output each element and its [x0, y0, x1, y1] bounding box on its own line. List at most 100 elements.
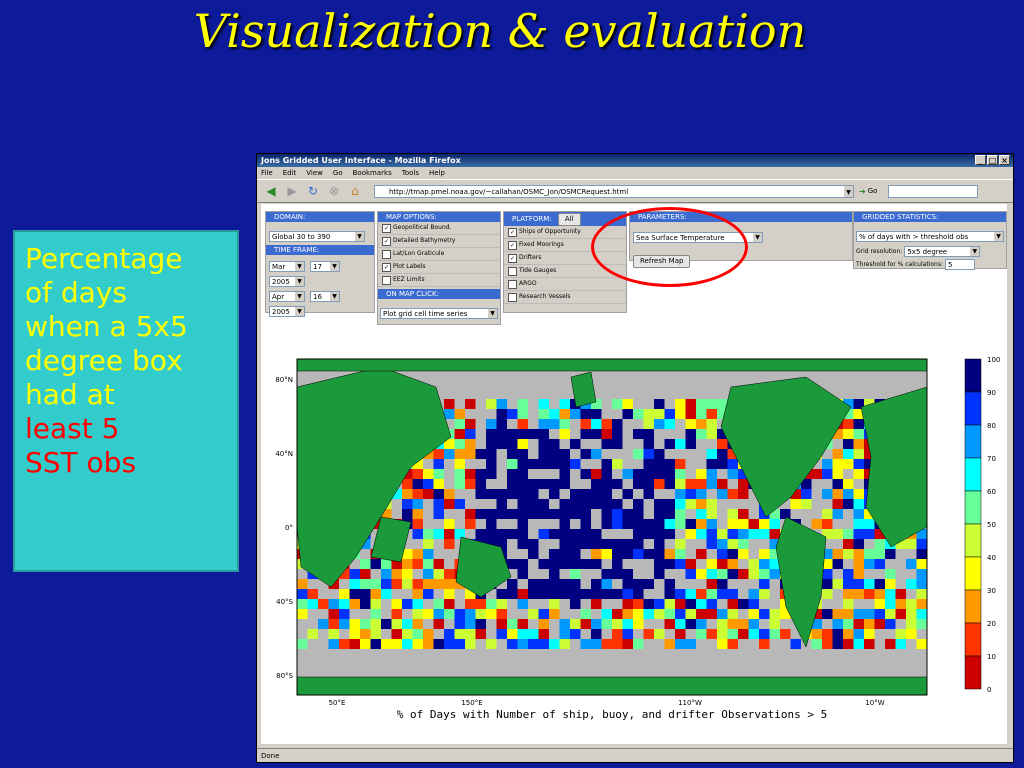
menu-item-go[interactable]: Go [333, 167, 343, 179]
grid-cell [528, 429, 539, 439]
minimize-icon[interactable]: _ [975, 155, 986, 165]
grid-cell [685, 409, 696, 419]
callout-line: had at [25, 378, 115, 411]
checkbox[interactable]: ✓ [382, 262, 391, 272]
grid-cell [853, 529, 864, 539]
platform-all-button[interactable]: All [557, 213, 581, 226]
grid-cell [706, 559, 717, 569]
checkbox[interactable] [508, 292, 517, 302]
grid-resolution-select[interactable]: 5x5 degree ▼ [904, 246, 981, 257]
latitude-label: 0° [285, 524, 293, 532]
checkbox[interactable]: ✓ [508, 227, 517, 237]
checkbox[interactable]: ✓ [508, 253, 517, 263]
grid-cell [706, 519, 717, 529]
grid-cell [633, 499, 644, 509]
platform-label: Research Vessels [519, 293, 571, 300]
checkbox[interactable]: ✓ [508, 240, 517, 250]
threshold-input[interactable]: 5 [944, 259, 975, 270]
from-day-select[interactable]: 17 ▼ [310, 261, 341, 272]
menu-item-file[interactable]: File [261, 167, 273, 179]
chevron-down-icon: ▼ [330, 292, 340, 301]
map-option-option[interactable]: ✓ Geopolitical Bound. [378, 222, 500, 235]
to-year-select[interactable]: 2005 ▼ [269, 306, 305, 317]
grid-cell [423, 549, 434, 559]
grid-cell [916, 539, 927, 549]
grid-cell [822, 489, 833, 499]
grid-cell [895, 629, 906, 639]
menu-item-view[interactable]: View [306, 167, 323, 179]
menu-item-edit[interactable]: Edit [283, 167, 297, 179]
menu-item-help[interactable]: Help [429, 167, 445, 179]
grid-cell [696, 429, 707, 439]
map-option-option[interactable]: Lat/Lon Graticule [378, 248, 500, 261]
grid-cell [538, 609, 549, 619]
forward-icon[interactable]: ▶ [284, 184, 300, 198]
grid-cell [916, 599, 927, 609]
from-month-select[interactable]: Mar ▼ [269, 261, 305, 272]
map-option-option[interactable]: ✓ Detailed Bathymetry [378, 235, 500, 248]
grid-cell [402, 489, 413, 499]
back-icon[interactable]: ◀ [263, 184, 279, 198]
search-field[interactable] [888, 184, 979, 198]
grid-cell [517, 459, 528, 469]
platform-option[interactable]: Research Vessels [504, 291, 626, 304]
grid-cell [423, 469, 434, 479]
url-dropdown-icon[interactable]: ▼ [844, 185, 853, 197]
grid-cell [643, 489, 654, 499]
menu-item-bookmarks[interactable]: Bookmarks [353, 167, 392, 179]
grid-cell [864, 579, 875, 589]
grid-cell [843, 459, 854, 469]
grid-cell [654, 549, 665, 559]
grid-cell [759, 589, 770, 599]
menu-item-tools[interactable]: Tools [402, 167, 419, 179]
grid-cell [507, 619, 518, 629]
grid-cell [549, 529, 560, 539]
grid-cell [444, 629, 455, 639]
grid-cell [717, 479, 728, 489]
grid-cell [370, 559, 381, 569]
grid-cell [696, 419, 707, 429]
grid-resolution-label: Grid resolution: [856, 248, 903, 255]
reload-icon[interactable]: ↻ [305, 184, 321, 198]
grid-cell [853, 539, 864, 549]
map-option-option[interactable]: ✓ Plot Labels [378, 261, 500, 274]
grid-cell [570, 499, 581, 509]
grid-cell [727, 469, 738, 479]
grid-cell [685, 399, 696, 409]
grid-cell [727, 509, 738, 519]
from-year-select[interactable]: 2005 ▼ [269, 276, 305, 287]
map-option-label: Geopolitical Bound. [393, 224, 452, 231]
grid-cell [643, 419, 654, 429]
domain-select[interactable]: Global 30 to 390 ▼ [269, 231, 365, 242]
grid-cell [727, 549, 738, 559]
checkbox[interactable]: ✓ [382, 236, 391, 246]
go-label: Go [867, 187, 878, 195]
grid-cell [412, 629, 423, 639]
url-bar[interactable]: http://tmap.pmel.noaa.gov/~callahan/OSMC… [374, 184, 854, 198]
sst-map[interactable]: 80°N 40°N 0° 40°S 80°S 50°E 150°E 110°W 10°W % of… [261, 347, 1007, 744]
to-month-select[interactable]: Apr ▼ [269, 291, 305, 302]
checkbox[interactable] [382, 275, 391, 285]
go-icon[interactable]: ➜ Go [859, 184, 877, 198]
grid-cell [843, 439, 854, 449]
colorbar-swatch [964, 391, 982, 426]
grid-cell [759, 579, 770, 589]
grid-cell [328, 619, 339, 629]
checkbox[interactable] [382, 249, 391, 259]
platform-option[interactable]: ARGO [504, 278, 626, 291]
close-icon[interactable]: × [999, 155, 1010, 165]
map-option-option[interactable]: EEZ Limits [378, 274, 500, 287]
on-map-click-select[interactable]: Plot grid cell time series ▼ [380, 308, 498, 319]
grid-cell [528, 459, 539, 469]
maximize-icon[interactable]: □ [987, 155, 998, 165]
grid-cell [759, 639, 770, 649]
to-day-select[interactable]: 16 ▼ [310, 291, 341, 302]
checkbox[interactable]: ✓ [382, 223, 391, 233]
checkbox[interactable] [508, 279, 517, 289]
chevron-down-icon: ▼ [295, 307, 304, 316]
grid-cell [528, 479, 539, 489]
stop-icon[interactable]: ⊗ [326, 184, 342, 198]
statistic-select[interactable]: % of days with > threshold obs ▼ [856, 231, 1004, 242]
home-icon[interactable]: ⌂ [347, 184, 363, 198]
checkbox[interactable] [508, 266, 517, 276]
